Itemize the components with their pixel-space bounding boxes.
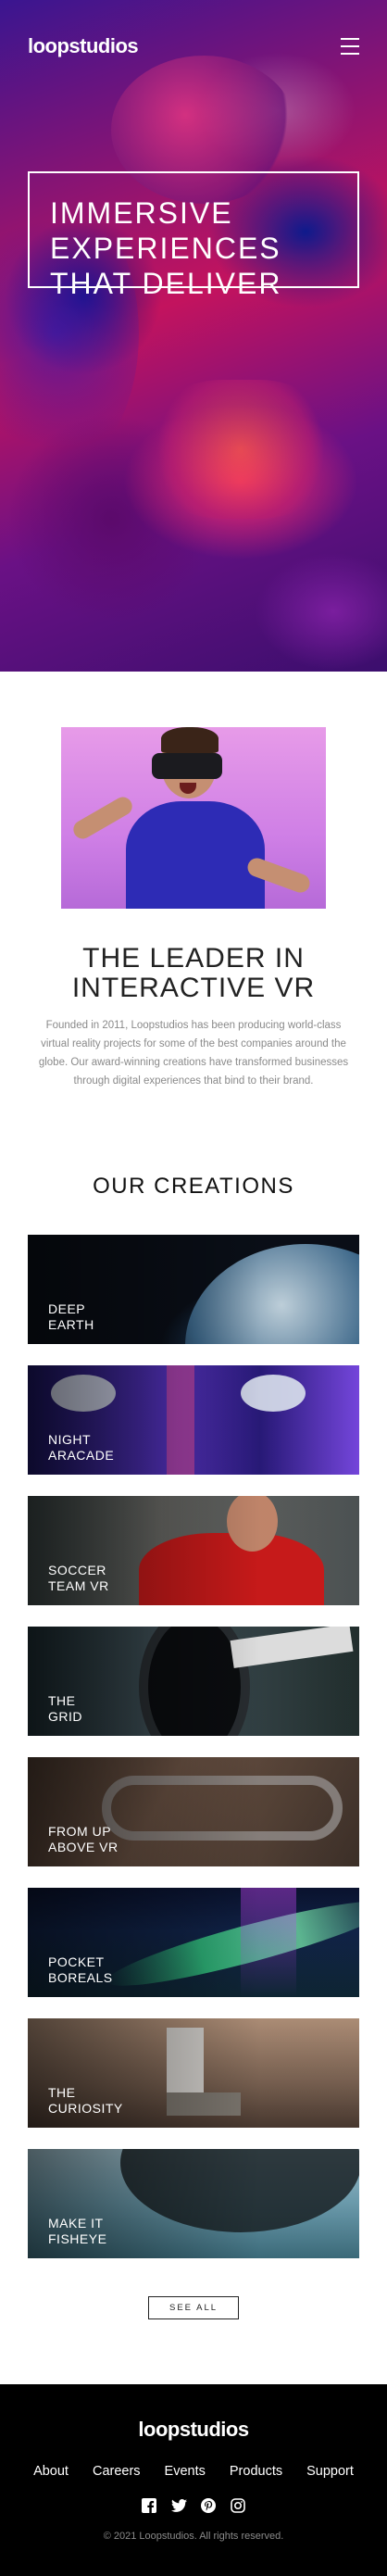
copyright-text: © 2021 Loopstudios. All rights reserved.: [103, 2531, 284, 2542]
creation-card-pocket-boreals[interactable]: POCKET BOREALS: [28, 1888, 359, 1997]
creation-card-from-up-above-vr[interactable]: FROM UP ABOVE VR: [28, 1757, 359, 1866]
footer-link-products[interactable]: Products: [230, 2464, 282, 2479]
creation-card-label: THE CURIOSITY: [48, 2085, 123, 2116]
creation-card-label: SOCCER TEAM VR: [48, 1563, 109, 1593]
creation-card-make-it-fisheye[interactable]: MAKE IT FISHEYE: [28, 2149, 359, 2258]
creation-card-night-aracade[interactable]: NIGHT ARACADE: [28, 1365, 359, 1475]
site-footer: loopstudios About Careers Events Product…: [0, 2384, 387, 2576]
creation-card-label: NIGHT ARACADE: [48, 1432, 115, 1463]
footer-nav: About Careers Events Products Support: [0, 2464, 387, 2479]
vr-user-image: [61, 727, 326, 909]
creation-card-label: FROM UP ABOVE VR: [48, 1824, 119, 1854]
site-logo[interactable]: loopstudios: [28, 34, 139, 58]
instagram-icon[interactable]: [230, 2497, 246, 2514]
creation-card-the-grid[interactable]: THE GRID: [28, 1627, 359, 1736]
social-links: [0, 2497, 387, 2514]
footer-link-events[interactable]: Events: [165, 2464, 206, 2479]
see-all-wrapper: SEE ALL: [28, 2280, 359, 2384]
hero-title-box: IMMERSIVE EXPERIENCES THAT DELIVER: [28, 171, 359, 300]
footer-link-about[interactable]: About: [33, 2464, 69, 2479]
pinterest-icon[interactable]: [200, 2497, 217, 2514]
creation-card-the-curiosity[interactable]: THE CURIOSITY: [28, 2018, 359, 2128]
creations-section: OUR CREATIONS DEEP EARTH NIGHT ARACADE S…: [0, 1127, 387, 2384]
footer-link-careers[interactable]: Careers: [93, 2464, 141, 2479]
creations-title: OUR CREATIONS: [93, 1174, 294, 1199]
hero-background-shape: [148, 380, 333, 519]
creation-card-label: THE GRID: [48, 1693, 82, 1724]
footer-logo[interactable]: loopstudios: [0, 2418, 387, 2442]
creation-card-deep-earth[interactable]: DEEP EARTH: [28, 1235, 359, 1344]
footer-link-support[interactable]: Support: [306, 2464, 354, 2479]
facebook-icon[interactable]: [141, 2497, 157, 2514]
site-header: loopstudios: [0, 0, 387, 93]
about-description: Founded in 2011, Loopstudios has been pr…: [38, 1020, 349, 1087]
creation-card-label: DEEP EARTH: [48, 1301, 94, 1332]
about-title: THE LEADER IN INTERACTIVE VR: [71, 943, 316, 1003]
creation-card-label: POCKET BOREALS: [48, 1954, 113, 1985]
hamburger-menu-icon[interactable]: [341, 38, 359, 55]
hero-title: IMMERSIVE EXPERIENCES THAT DELIVER: [50, 196, 282, 300]
creation-card-label: MAKE IT FISHEYE: [48, 2216, 107, 2246]
twitter-icon[interactable]: [170, 2497, 187, 2514]
about-section: THE LEADER IN INTERACTIVE VR Founded in …: [0, 672, 387, 1127]
creation-card-soccer-team-vr[interactable]: SOCCER TEAM VR: [28, 1496, 359, 1605]
see-all-button[interactable]: SEE ALL: [147, 2296, 240, 2319]
hero-section: loopstudios IMMERSIVE EXPERIENCES THAT D…: [0, 0, 387, 672]
